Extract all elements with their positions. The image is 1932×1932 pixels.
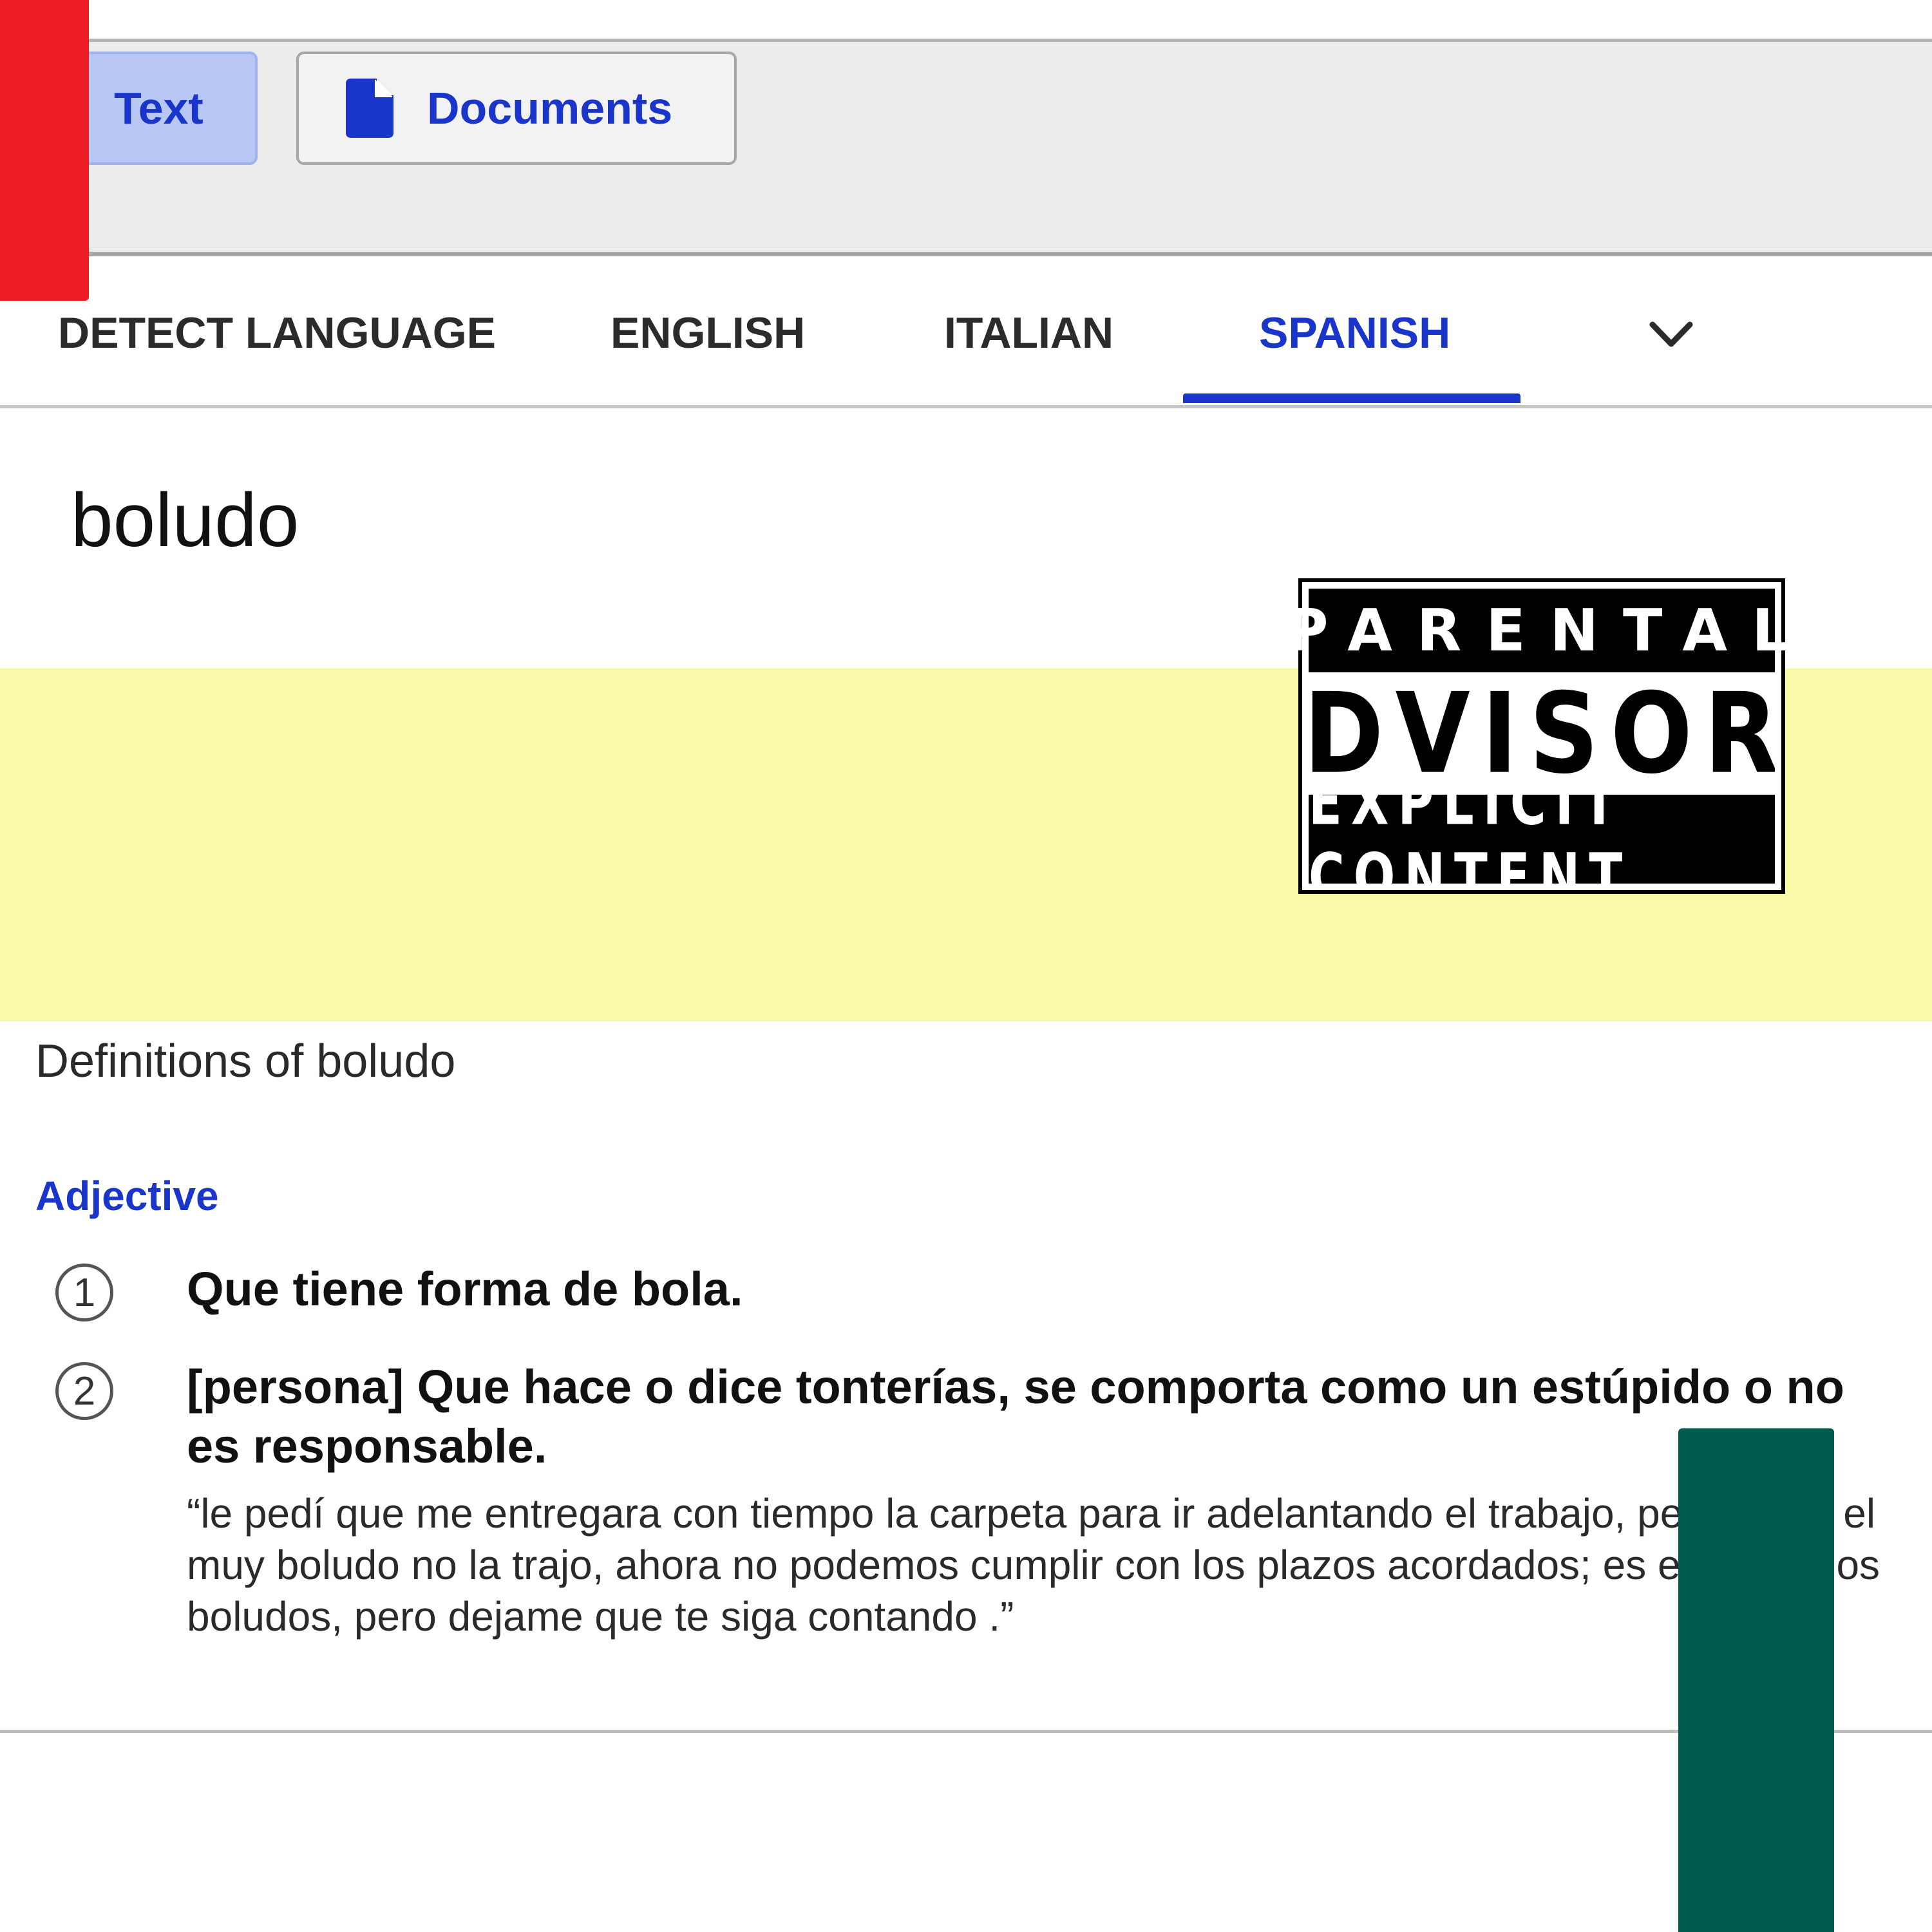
- definition-2-text: [persona] Que hace o dice tonterías, se …: [187, 1360, 1844, 1473]
- tab-spanish[interactable]: SPANISH: [1259, 308, 1450, 358]
- section-divider: [0, 1730, 1932, 1733]
- advisory-line-explicit: EXPLICIT CONTENT: [1309, 795, 1632, 884]
- chevron-down-icon[interactable]: [1647, 316, 1695, 354]
- definition-1-text: Que tiene forma de bola.: [187, 1262, 743, 1316]
- red-overlay-block: [0, 0, 89, 301]
- advisory-line-advisory: ADVISORY: [1309, 679, 1775, 790]
- part-of-speech-label: Adjective: [35, 1173, 219, 1219]
- definition-number-1-text: 1: [73, 1270, 96, 1315]
- advisory-line-explicit-box: EXPLICIT CONTENT: [1309, 795, 1775, 884]
- translate-page: Text Documents DETECT LANGUAGE ENGLISH I…: [0, 0, 1932, 1932]
- documents-mode-label: Documents: [427, 83, 673, 133]
- parental-advisory-label: PARENTAL ADVISORY EXPLICIT CONTENT: [1286, 578, 1788, 894]
- tab-italian[interactable]: ITALIAN: [944, 308, 1113, 358]
- advisory-line-advisory-box: ADVISORY: [1309, 679, 1775, 790]
- document-icon: [346, 79, 393, 138]
- definition-2-example: “le pedí que me entregara con tiempo la …: [187, 1490, 1880, 1640]
- language-tab-bar: DETECT LANGUAGE ENGLISH ITALIAN SPANISH: [0, 256, 1932, 408]
- text-mode-label: Text: [114, 83, 204, 133]
- mode-toolbar: [0, 39, 1932, 256]
- selected-tab-indicator: [1183, 393, 1520, 403]
- definition-number-2: 2: [55, 1362, 113, 1420]
- tab-detect-language[interactable]: DETECT LANGUAGE: [58, 308, 496, 358]
- source-text[interactable]: boludo: [71, 477, 299, 564]
- documents-mode-button[interactable]: Documents: [296, 52, 737, 165]
- definition-number-2-text: 2: [73, 1368, 96, 1414]
- definition-number-1: 1: [55, 1264, 113, 1321]
- green-overlay-block: [1678, 1428, 1834, 1932]
- definitions-heading: Definitions of boludo: [35, 1036, 456, 1087]
- tab-english[interactable]: ENGLISH: [611, 308, 805, 358]
- advisory-line-parental: PARENTAL: [1286, 589, 1788, 672]
